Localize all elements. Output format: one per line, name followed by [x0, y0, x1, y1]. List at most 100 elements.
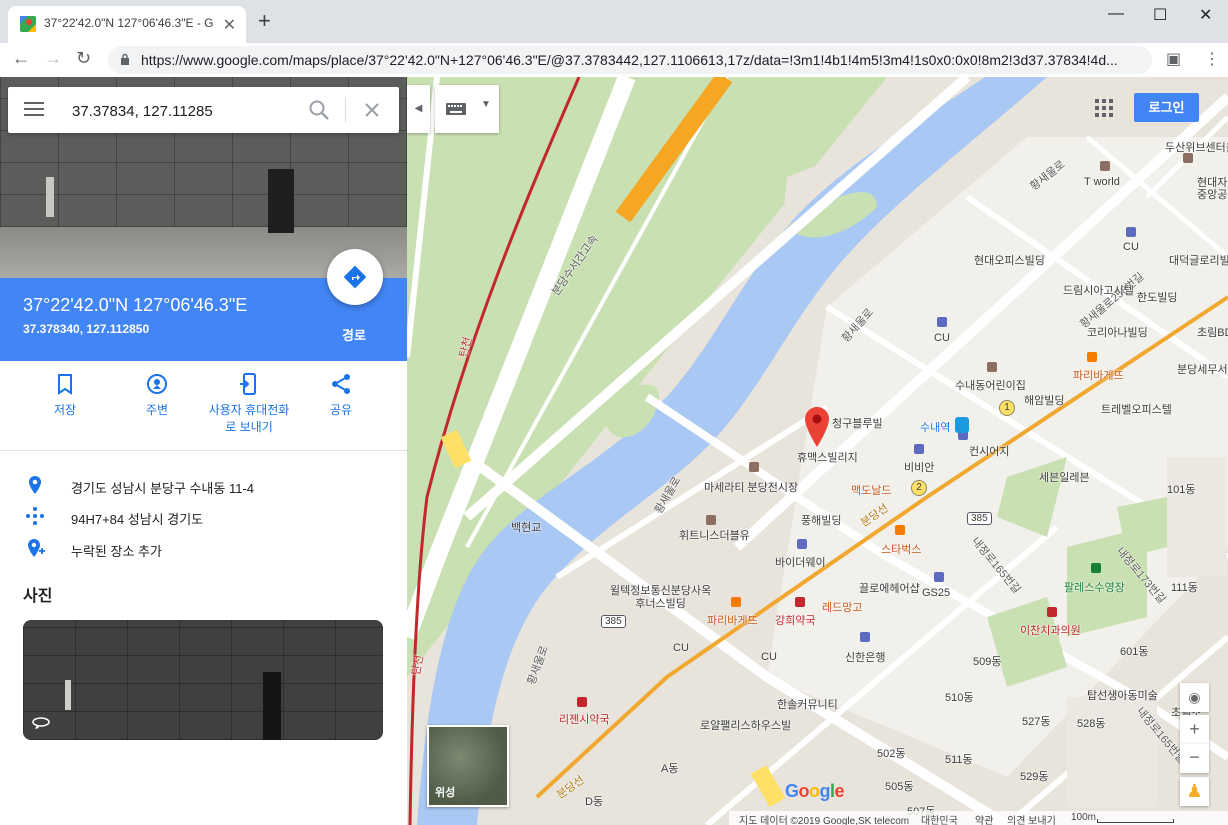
reload-icon[interactable]: ↻	[76, 48, 91, 69]
convenience-store-icon[interactable]	[937, 317, 947, 327]
bldg-528: 528동	[1077, 718, 1106, 730]
more-menu-icon[interactable]: ⋮	[1204, 49, 1220, 69]
back-icon[interactable]: ←	[12, 48, 30, 69]
forward-icon[interactable]: →	[44, 48, 62, 69]
bldg-529: 529동	[1020, 771, 1049, 783]
poi-cu-4: CU	[761, 651, 777, 663]
poi-cu-1: CU	[1123, 241, 1139, 253]
convenience-store-icon[interactable]	[1126, 227, 1136, 237]
search-icon[interactable]	[308, 99, 330, 121]
login-button[interactable]: 로그인	[1134, 93, 1199, 122]
convenience-store-icon[interactable]	[934, 572, 944, 582]
convenience-store-icon[interactable]	[797, 539, 807, 549]
poi-wetec: 윌텍정보통신분당사옥 후너스빌딩	[610, 585, 712, 610]
poi-hansol: 한솔커뮤니티	[777, 699, 838, 711]
bldg-502: 502동	[877, 748, 906, 760]
poi-punghae: 풍해빌딩	[801, 515, 842, 527]
bakery-icon[interactable]	[1087, 352, 1097, 362]
shop-icon[interactable]	[1183, 153, 1193, 163]
send-to-phone-label: 사용자 휴대전화로 보내기	[208, 403, 290, 434]
new-tab-icon[interactable]: +	[258, 8, 271, 34]
bldg-505: 505동	[885, 781, 914, 793]
directions-label: 경로	[342, 328, 366, 343]
search-divider	[345, 97, 346, 123]
poi-shinhan: 신한은행	[845, 652, 886, 664]
poi-seven-eleven: 세븐일레븐	[1039, 472, 1090, 484]
region-link[interactable]: 대한민국	[921, 812, 958, 825]
share-button[interactable]: 공유	[296, 372, 386, 419]
poi-gangheui: 강희약국	[775, 615, 816, 627]
hamburger-menu-icon[interactable]	[24, 101, 44, 117]
my-location-button[interactable]: ◉	[1180, 683, 1209, 712]
tab-close-icon[interactable]: ✕	[223, 15, 236, 35]
scale-label[interactable]: 100m	[1071, 812, 1096, 823]
satellite-label: 위성	[435, 787, 456, 799]
terms-link[interactable]: 약관	[975, 812, 993, 825]
dropdown-arrow-icon[interactable]: ▼	[481, 99, 491, 110]
address-bar[interactable]: https://www.google.com/maps/place/37°22'…	[108, 46, 1152, 74]
poi-mcdonalds: 맥도날드	[851, 485, 892, 497]
directions-button[interactable]	[327, 249, 383, 305]
collapse-panel-button[interactable]: ◀	[407, 85, 430, 133]
input-tools-button[interactable]: ▼	[435, 85, 499, 133]
photos-heading: 사진	[23, 588, 53, 605]
photo-thumbnail[interactable]	[23, 620, 383, 740]
location-marker-icon[interactable]	[805, 407, 829, 447]
browser-tab[interactable]: 37°22'42.0"N 127°06'46.3"E - Go ✕	[8, 6, 246, 43]
bank-icon[interactable]	[860, 632, 870, 642]
pool-icon[interactable]	[1091, 563, 1101, 573]
url-text: https://www.google.com/maps/place/37°22'…	[141, 52, 1118, 68]
poi-gs25: GS25	[922, 587, 951, 599]
shop-icon[interactable]	[914, 444, 924, 454]
bldg-601: 601동	[1120, 646, 1149, 658]
clear-search-icon[interactable]	[361, 99, 383, 121]
satellite-toggle[interactable]: 위성	[427, 725, 509, 807]
poi-paris-2: 파리바게뜨	[707, 615, 758, 627]
subway-station-icon[interactable]	[955, 417, 969, 433]
zoom-in-button[interactable]: +	[1180, 715, 1209, 745]
poi-bundang-tax: 분당세무서	[1177, 364, 1228, 376]
building-icon[interactable]	[749, 462, 759, 472]
map-footer: 지도 데이터 ©2019 Google,SK telecom 대한민국 약관 의…	[729, 811, 1228, 825]
maximize-icon[interactable]: ☐	[1153, 5, 1167, 25]
feedback-link[interactable]: 의견 보내기	[1007, 812, 1056, 825]
directions-icon	[343, 265, 367, 289]
apps-grid-icon[interactable]	[1095, 99, 1113, 117]
pharmacy-icon[interactable]	[795, 597, 805, 607]
save-button[interactable]: 저장	[20, 372, 110, 419]
building-icon[interactable]	[987, 362, 997, 372]
bldg-510: 510동	[945, 692, 974, 704]
pharmacy-icon[interactable]	[577, 697, 587, 707]
shop-icon[interactable]	[1100, 161, 1110, 171]
browser-toolbar: ← → ↻ https://www.google.com/maps/place/…	[0, 43, 1228, 78]
poi-tworld: T world	[1084, 176, 1120, 188]
place-decimal-coords: 37.378340, 127.112850	[23, 322, 150, 336]
place-panel: 37°22'42.0"N 127°06'46.3"E 37.378340, 12…	[0, 77, 407, 825]
poi-cheonggu: 청구블루빌	[832, 418, 883, 430]
building-icon[interactable]	[706, 515, 716, 525]
bldg-a: A동	[661, 763, 679, 775]
nearby-button[interactable]: 주변	[112, 372, 202, 419]
address-row[interactable]: 경기도 성남시 분당구 수내동 11-4	[25, 475, 385, 497]
zoom-out-button[interactable]: −	[1180, 744, 1209, 773]
window-close-icon[interactable]: ✕	[1199, 5, 1212, 25]
add-place-row[interactable]: 누락된 장소 추가	[25, 538, 385, 560]
poi-trebel: 트레벨오피스텔	[1101, 404, 1172, 416]
map-canvas[interactable]: 분당수서간고속 황새울로 황새울로 황새울로258번길 황새울로 황새울로 탄천…	[407, 77, 1228, 825]
search-input[interactable]	[70, 99, 299, 123]
poi-biban: 비비안	[904, 462, 935, 474]
minimize-icon[interactable]: —	[1108, 5, 1124, 23]
photo-post-image	[65, 680, 71, 710]
bldg-101: 101동	[1167, 484, 1196, 496]
profile-clipboard-icon[interactable]: ▣	[1166, 49, 1181, 69]
google-maps-favicon-icon	[20, 16, 36, 32]
send-to-phone-button[interactable]: 사용자 휴대전화로 보내기	[204, 372, 294, 436]
nearby-label: 주변	[145, 403, 169, 417]
poi-haeam: 해암빌딩	[1024, 395, 1065, 407]
clinic-icon[interactable]	[1047, 607, 1057, 617]
bldg-509: 509동	[973, 656, 1002, 668]
cafe-icon[interactable]	[895, 525, 905, 535]
street-view-pegman-icon[interactable]: ♟	[1180, 777, 1209, 806]
plus-code-row[interactable]: 94H7+84 성남시 경기도	[25, 506, 385, 528]
bakery-icon[interactable]	[731, 597, 741, 607]
